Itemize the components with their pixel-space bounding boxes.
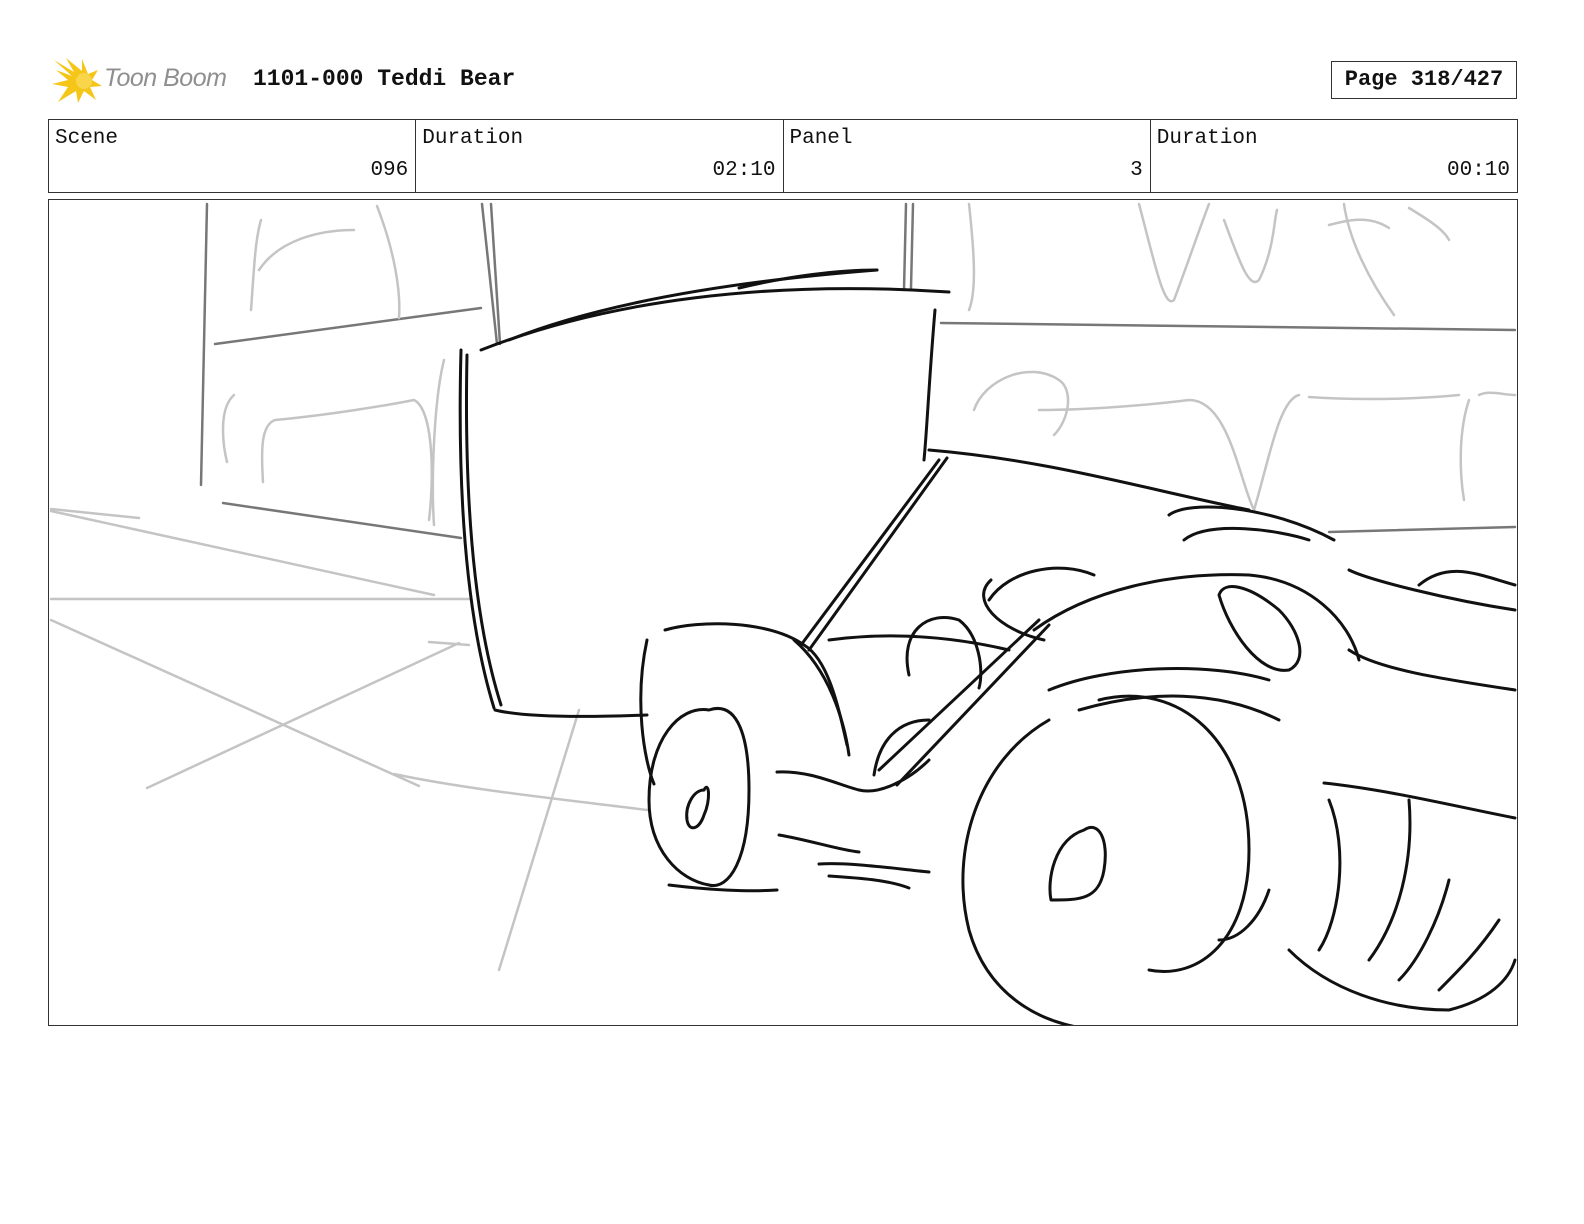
scene-label: Scene (55, 127, 119, 150)
scene-duration-label: Duration (422, 127, 524, 150)
scene-duration-value: 02:10 (712, 159, 776, 182)
panel-duration-value: 00:10 (1446, 159, 1510, 182)
panel-label: Panel (789, 127, 853, 150)
panel-duration-cell: Duration 00:10 (1151, 120, 1517, 192)
toon-boom-logo: Toon Boom (52, 56, 242, 106)
star-burst-icon (52, 58, 102, 103)
background-building-sketch (199, 202, 1517, 540)
scene-duration-cell: Duration 02:10 (416, 120, 784, 192)
truck-and-car-sketch (458, 268, 1517, 1025)
storyboard-sketch (49, 202, 1517, 1025)
page-indicator: Page 318/427 (1331, 61, 1517, 99)
panel-value: 3 (1130, 159, 1143, 182)
logo-text: Toon Boom (104, 64, 227, 92)
scene-cell: Scene 096 (49, 120, 417, 192)
storyboard-panel (48, 199, 1518, 1026)
project-title: 1101-000 Teddi Bear (253, 66, 516, 92)
panel-duration-label: Duration (1156, 127, 1258, 150)
scene-value: 096 (370, 159, 409, 182)
panel-cell: Panel 3 (784, 120, 1151, 192)
panel-info-table: Scene 096 Duration 02:10 Panel 3 Duratio… (48, 119, 1518, 193)
